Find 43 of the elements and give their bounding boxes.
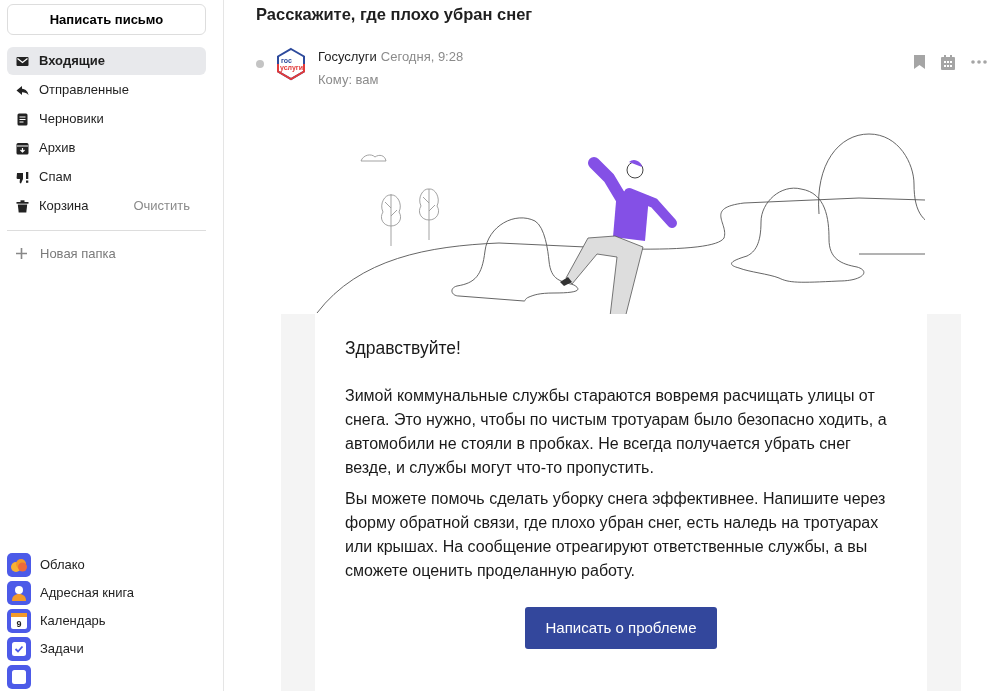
sender-name[interactable]: Госуслуги — [318, 48, 377, 64]
folder-item[interactable]: Входящие — [7, 47, 206, 75]
bookmark-icon[interactable] — [914, 55, 925, 70]
folder-item[interactable]: Архив — [7, 134, 206, 162]
message-subject: Расскажите, где плохо убран снег — [256, 5, 534, 25]
folder-label: Входящие — [39, 52, 105, 71]
report-problem-button[interactable]: Написать о проблеме — [525, 606, 717, 649]
new-folder-link[interactable]: Новая папка — [40, 244, 116, 264]
archive-box-icon — [16, 141, 29, 155]
reply-arrow-icon — [16, 83, 29, 97]
recipient-label: Кому: вам — [318, 71, 380, 90]
more-options-icon[interactable] — [971, 60, 987, 65]
app-icon[interactable] — [7, 665, 31, 689]
calendar-icon[interactable]: 9 — [7, 609, 31, 633]
thumbs-down-icon — [16, 170, 29, 184]
folder-label: Спам — [39, 168, 72, 187]
clear-link[interactable]: Очистить — [133, 196, 190, 216]
app-link[interactable]: Задачи — [40, 639, 84, 659]
folder-label: Отправленные — [39, 81, 129, 100]
document-icon — [16, 112, 29, 126]
folder-item[interactable]: Отправленные — [7, 76, 206, 104]
folder-item[interactable]: Черновики — [7, 105, 206, 133]
folder-label: Архив — [39, 139, 76, 158]
plus-icon[interactable] — [16, 248, 27, 260]
trash-can-icon — [16, 199, 29, 213]
folder-label: Корзина — [39, 197, 89, 216]
checkbox-icon[interactable] — [7, 637, 31, 661]
greeting-text: Здравствуйте! — [345, 336, 462, 360]
body-paragraph: Зимой коммунальные службы стараются вовремя расчищать улицы от снега. Это нужно, чтобы по чистым тротуарам было безопасно ходить, а автомобили не стояли в пробках. Не всегда получается убрать снег везде, и службы могут что-то пропустить. — [345, 385, 888, 478]
folder-item[interactable]: Корзина Очистить — [7, 192, 206, 220]
read-status-dot — [256, 59, 264, 68]
person-icon[interactable] — [7, 581, 31, 605]
body-paragraph: Вы можете помочь сделать уборку снега эффективнее. Напишите через форму обратной связи, где плохо убран снег, есть наледь на тротуарах или крышах. На сообщение отреагируют ответственные службы, а вы сможете оценить проделанную работу. — [345, 488, 887, 581]
folder-label: Черновики — [39, 110, 104, 129]
app-link[interactable]: Адресная книга — [40, 583, 135, 603]
envelope-icon — [16, 54, 29, 68]
message-date: Сегодня, 9:28 — [380, 48, 464, 64]
folder-item[interactable]: Спам — [7, 163, 206, 191]
app-link[interactable]: Календарь — [40, 611, 106, 631]
compose-button[interactable]: Написать письмо — [7, 4, 206, 35]
calendar-icon[interactable] — [941, 54, 955, 70]
cloud-icon[interactable] — [7, 553, 31, 577]
app-link[interactable]: Облако — [40, 555, 85, 575]
